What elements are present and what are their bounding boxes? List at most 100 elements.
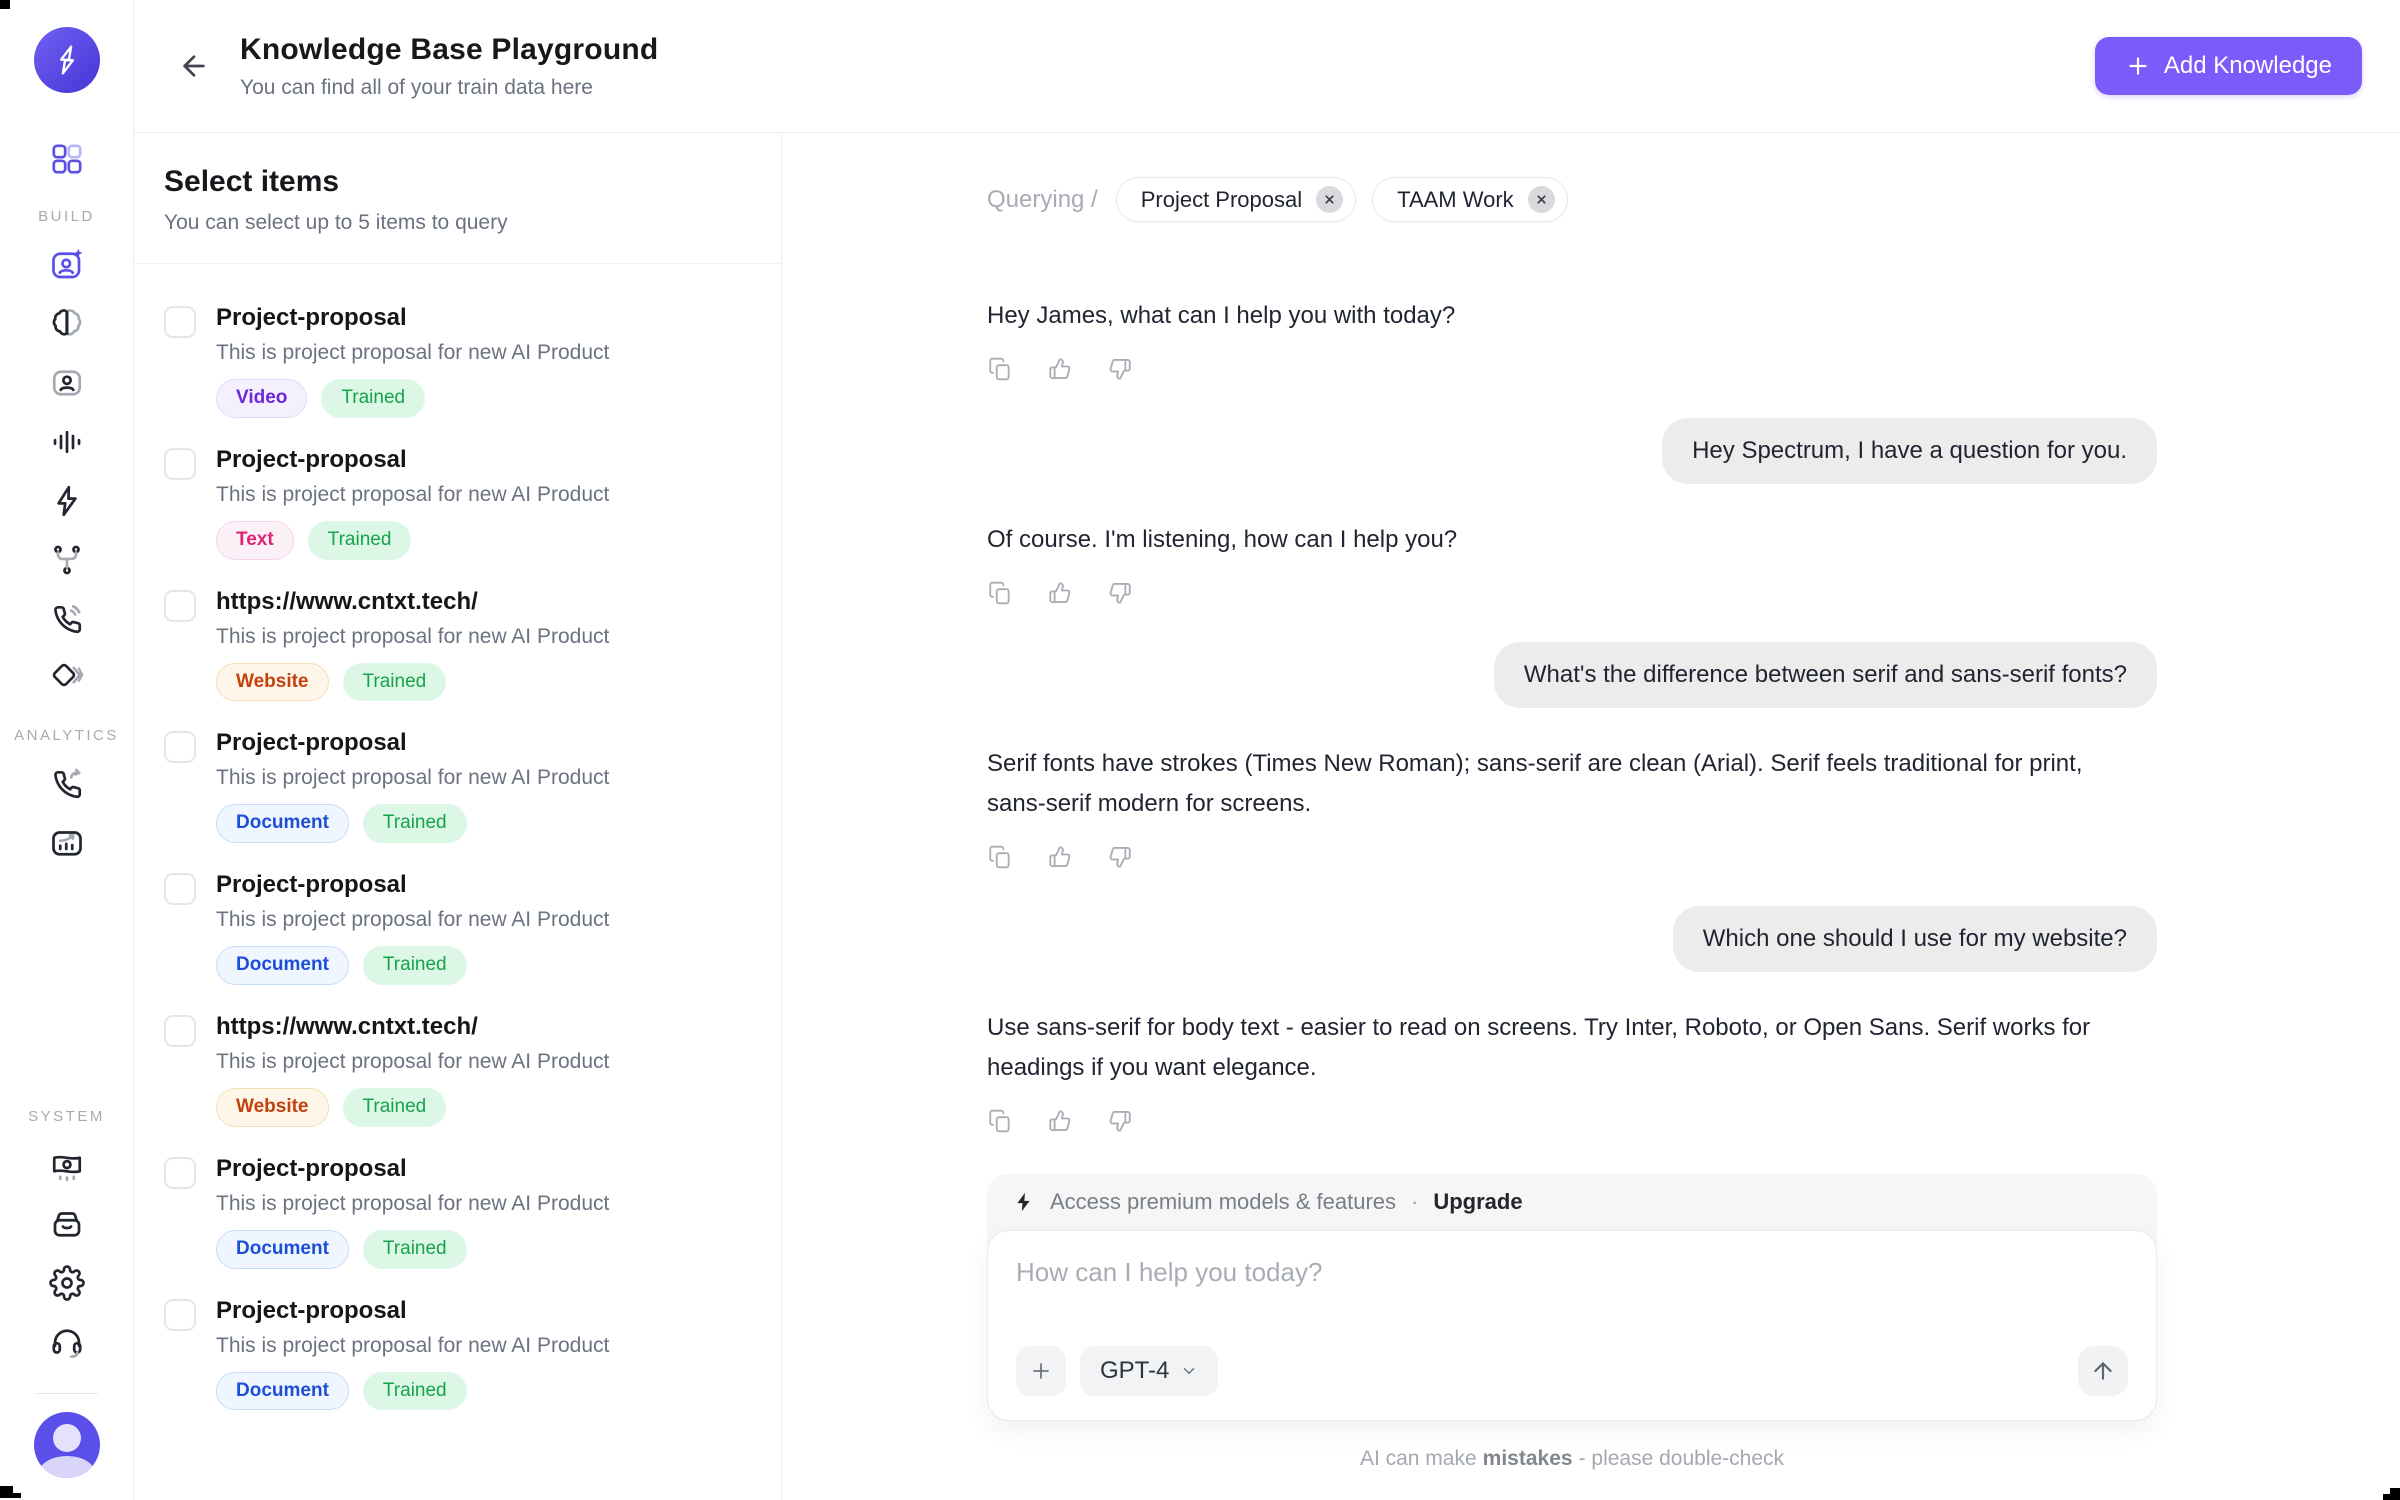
rail-item-calls[interactable] <box>43 595 91 643</box>
item-content: https://www.cntxt.tech/ This is project … <box>216 588 609 702</box>
promo-separator: · <box>1411 1189 1418 1215</box>
assistant-message-text: Of course. I'm listening, how can I help… <box>987 520 1457 560</box>
assistant-message: Of course. I'm listening, how can I help… <box>987 520 2157 606</box>
rail-item-agents[interactable] <box>43 241 91 289</box>
item-checkbox[interactable] <box>164 1157 196 1189</box>
item-checkbox[interactable] <box>164 1299 196 1331</box>
item-status-badge: Trained <box>308 521 412 560</box>
item-title: https://www.cntxt.tech/ <box>216 1013 609 1041</box>
thumbs-up-icon <box>1047 580 1073 606</box>
back-button[interactable] <box>176 48 212 84</box>
rail-item-labels[interactable] <box>43 654 91 702</box>
item-title: https://www.cntxt.tech/ <box>216 588 609 616</box>
lightning-icon <box>49 483 85 519</box>
item-checkbox[interactable] <box>164 1015 196 1047</box>
rail-item-voice[interactable] <box>43 418 91 466</box>
chat-messages: Hey James, what can I help you with toda… <box>987 296 2157 1134</box>
rail-item-actions[interactable] <box>43 477 91 525</box>
upgrade-link[interactable]: Upgrade <box>1433 1189 1522 1215</box>
querying-label: Querying / <box>987 186 1098 214</box>
item-title: Project-proposal <box>216 1155 609 1183</box>
thumbs-down-button[interactable] <box>1107 844 1133 870</box>
item-status-badge: Trained <box>363 1372 467 1411</box>
item-checkbox[interactable] <box>164 731 196 763</box>
knowledge-item-row[interactable]: Project-proposal This is project proposa… <box>164 1155 751 1269</box>
call-analytics-icon <box>49 766 85 802</box>
prompt-input[interactable] <box>1016 1257 2128 1341</box>
copy-button[interactable] <box>987 580 1013 606</box>
rail-item-workflows[interactable] <box>43 536 91 584</box>
thumbs-down-button[interactable] <box>1107 1108 1133 1134</box>
thumbs-up-button[interactable] <box>1047 1108 1073 1134</box>
knowledge-item-row[interactable]: Project-proposal This is project proposa… <box>164 304 751 418</box>
item-description: This is project proposal for new AI Prod… <box>216 908 609 932</box>
copy-button[interactable] <box>987 356 1013 382</box>
corner-artifact <box>0 1486 13 1498</box>
rail-item-settings[interactable] <box>43 1259 91 1307</box>
corner-artifact <box>0 0 10 9</box>
rail-item-dashboard[interactable] <box>43 135 91 183</box>
user-avatar[interactable] <box>34 1412 100 1478</box>
assistant-message-text: Use sans-serif for body text - easier to… <box>987 1008 2127 1088</box>
thumbs-up-button[interactable] <box>1047 844 1073 870</box>
composer-controls: GPT-4 <box>1016 1346 2128 1396</box>
item-content: Project-proposal This is project proposa… <box>216 729 609 843</box>
item-type-badge: Document <box>216 1372 349 1411</box>
thumbs-up-button[interactable] <box>1047 356 1073 382</box>
rail-item-call-analytics[interactable] <box>43 760 91 808</box>
knowledge-item-row[interactable]: https://www.cntxt.tech/ This is project … <box>164 588 751 702</box>
query-chip[interactable]: TAAM Work <box>1372 177 1568 222</box>
rail-item-inbox[interactable] <box>43 1200 91 1248</box>
item-title: Project-proposal <box>216 304 609 332</box>
attach-button[interactable] <box>1016 1346 1066 1396</box>
thumbs-up-button[interactable] <box>1047 580 1073 606</box>
rail-item-personas[interactable] <box>43 359 91 407</box>
copy-button[interactable] <box>987 844 1013 870</box>
item-status-badge: Trained <box>343 663 447 702</box>
rail-divider <box>36 1393 98 1394</box>
item-description: This is project proposal for new AI Prod… <box>216 1192 609 1216</box>
query-chips: Project Proposal TAAM Work <box>1116 177 1568 222</box>
billing-money-icon <box>49 1147 85 1183</box>
item-checkbox[interactable] <box>164 590 196 622</box>
knowledge-item-row[interactable]: Project-proposal This is project proposa… <box>164 1297 751 1411</box>
corner-artifact <box>13 1493 21 1498</box>
chip-close-button[interactable] <box>1528 186 1555 213</box>
add-knowledge-button[interactable]: Add Knowledge <box>2095 37 2362 95</box>
knowledge-item-row[interactable]: Project-proposal This is project proposa… <box>164 871 751 985</box>
knowledge-item-row[interactable]: Project-proposal This is project proposa… <box>164 729 751 843</box>
thumbs-down-button[interactable] <box>1107 580 1133 606</box>
rail-item-support[interactable] <box>43 1318 91 1366</box>
item-status-badge: Trained <box>321 379 425 418</box>
agent-sparkle-icon <box>49 247 85 283</box>
select-items-title: Select items <box>164 165 751 199</box>
disclaimer-suffix: - please double-check <box>1579 1447 1784 1470</box>
message-actions <box>987 1108 1133 1134</box>
thumbs-down-icon <box>1107 844 1133 870</box>
thumbs-down-icon <box>1107 1108 1133 1134</box>
composer: Access premium models & features · Upgra… <box>987 1174 2157 1421</box>
item-badges: Text Trained <box>216 521 609 560</box>
item-badges: Document Trained <box>216 946 609 985</box>
item-title: Project-proposal <box>216 446 609 474</box>
select-items-header: Select items You can select up to 5 item… <box>134 133 781 264</box>
query-chip[interactable]: Project Proposal <box>1116 177 1356 222</box>
item-checkbox[interactable] <box>164 873 196 905</box>
labels-chevrons-icon <box>49 660 85 696</box>
copy-button[interactable] <box>987 1108 1013 1134</box>
item-status-badge: Trained <box>363 804 467 843</box>
thumbs-down-button[interactable] <box>1107 356 1133 382</box>
rail-item-billing[interactable] <box>43 1141 91 1189</box>
rail-item-reports[interactable] <box>43 819 91 867</box>
model-selector[interactable]: GPT-4 <box>1080 1346 1218 1396</box>
item-type-badge: Document <box>216 946 349 985</box>
send-button[interactable] <box>2078 1346 2128 1396</box>
item-checkbox[interactable] <box>164 306 196 338</box>
chip-close-button[interactable] <box>1316 186 1343 213</box>
item-checkbox[interactable] <box>164 448 196 480</box>
knowledge-item-row[interactable]: https://www.cntxt.tech/ This is project … <box>164 1013 751 1127</box>
knowledge-item-row[interactable]: Project-proposal This is project proposa… <box>164 446 751 560</box>
rail-item-knowledge[interactable] <box>43 300 91 348</box>
item-description: This is project proposal for new AI Prod… <box>216 341 609 365</box>
user-message-bubble: What's the difference between serif and … <box>1494 642 2157 708</box>
